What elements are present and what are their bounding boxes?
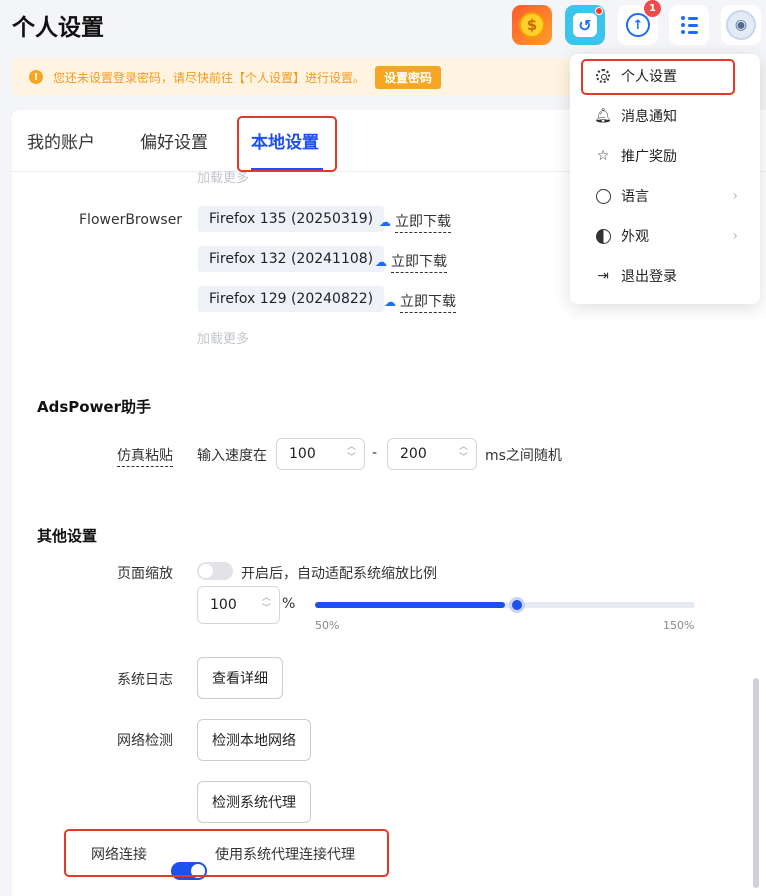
load-more-link[interactable]: 加载更多 <box>197 328 249 347</box>
update-icon: ↑ <box>626 13 650 37</box>
warning-icon: ! <box>29 70 43 84</box>
logout-icon: ⇥ <box>597 268 609 284</box>
menu-item-language[interactable]: 语言 › <box>570 178 760 214</box>
update-badge: 1 <box>644 0 661 17</box>
coin-button[interactable]: $ <box>512 5 552 45</box>
password-notice: ! 您还未设置登录密码，请尽快前往【个人设置】进行设置。 设置密码 <box>12 58 578 96</box>
check-system-proxy-button[interactable]: 检测系统代理 <box>197 781 311 823</box>
tab-preferences[interactable]: 偏好设置 <box>140 128 208 153</box>
stepper-icon[interactable]: ︿ ﹀ <box>262 593 271 615</box>
cloud-download-icon: ☁ <box>379 215 391 229</box>
zoom-input[interactable]: 100 ︿ ﹀ <box>197 586 280 624</box>
zoom-label: 页面缩放 <box>117 566 173 582</box>
menu-item-logout[interactable]: ⇥ 退出登录 <box>570 258 760 294</box>
avatar-icon: ◉ <box>726 10 756 40</box>
browser-label: FlowerBrowser <box>79 212 183 228</box>
menu-item-notifications[interactable]: 🔔︎ 消息通知 <box>570 98 760 134</box>
menu-item-referral-rewards[interactable]: ☆ 推广奖励 <box>570 138 760 174</box>
download-link[interactable]: ☁ 立即下载 <box>379 211 451 233</box>
set-password-button[interactable]: 设置密码 <box>375 65 442 89</box>
globe-icon <box>594 188 612 204</box>
zoom-unit: % <box>282 596 296 612</box>
max-speed-input[interactable]: 200 ︿ ﹀ <box>387 438 477 470</box>
version-chip: Firefox 129 (20240822) <box>198 286 385 312</box>
check-local-network-button[interactable]: 检测本地网络 <box>197 719 311 761</box>
coin-icon: $ <box>519 12 545 38</box>
zoom-toggle-text: 开启后，自动适配系统缩放比例 <box>241 566 437 582</box>
tab-highlight-box <box>237 116 337 172</box>
sync-button[interactable]: ↺ <box>565 5 605 45</box>
slider-max-label: 150% <box>663 619 695 632</box>
menu-highlight-box <box>581 59 735 95</box>
speed-suffix: ms之间随机 <box>485 448 562 464</box>
paste-label: 仿真粘贴 <box>117 445 173 467</box>
zoom-slider-handle[interactable] <box>509 597 525 613</box>
log-label: 系统日志 <box>117 672 173 688</box>
download-link[interactable]: ☁ 立即下载 <box>375 251 447 273</box>
star-icon: ☆ <box>596 148 610 164</box>
speed-prefix: 输入速度在 <box>197 448 267 464</box>
notice-text: 您还未设置登录密码，请尽快前往【个人设置】进行设置。 <box>53 70 366 85</box>
task-list-button[interactable] <box>669 5 709 45</box>
range-dash: - <box>372 445 378 461</box>
zoom-slider-fill <box>315 602 505 608</box>
tab-my-account[interactable]: 我的账户 <box>27 128 95 153</box>
zoom-slider-track[interactable] <box>315 602 695 608</box>
version-chip: Firefox 132 (20241108) <box>198 246 385 272</box>
stepper-icon[interactable]: ︿ ﹀ <box>347 442 356 464</box>
scrollbar[interactable] <box>753 678 759 888</box>
other-section-title: 其他设置 <box>37 527 98 545</box>
cloud-download-icon: ☁ <box>375 255 387 269</box>
notification-dot <box>595 7 603 15</box>
network-check-label: 网络检测 <box>117 733 173 749</box>
avatar-button[interactable]: ◉ <box>721 5 761 45</box>
task-list-icon <box>680 16 698 20</box>
stepper-icon[interactable]: ︿ ﹀ <box>459 442 468 464</box>
view-details-button[interactable]: 查看详细 <box>197 657 283 699</box>
assistant-section-title: AdsPower助手 <box>37 398 152 416</box>
version-chip: Firefox 135 (20250319) <box>198 206 385 232</box>
appearance-icon <box>594 228 612 244</box>
min-speed-input[interactable]: 100 ︿ ﹀ <box>276 438 365 470</box>
zoom-auto-toggle[interactable] <box>197 562 233 580</box>
page-title: 个人设置 <box>12 15 104 41</box>
chevron-right-icon: › <box>732 228 738 244</box>
menu-item-appearance[interactable]: 外观 › <box>570 218 760 254</box>
bell-icon: 🔔︎ <box>594 108 612 124</box>
cloud-download-icon: ☁ <box>384 295 396 309</box>
slider-min-label: 50% <box>315 619 340 632</box>
sync-icon: ↺ <box>573 7 603 37</box>
download-link[interactable]: ☁ 立即下载 <box>384 291 456 313</box>
connection-highlight-box <box>64 829 389 877</box>
chevron-right-icon: › <box>732 188 738 204</box>
